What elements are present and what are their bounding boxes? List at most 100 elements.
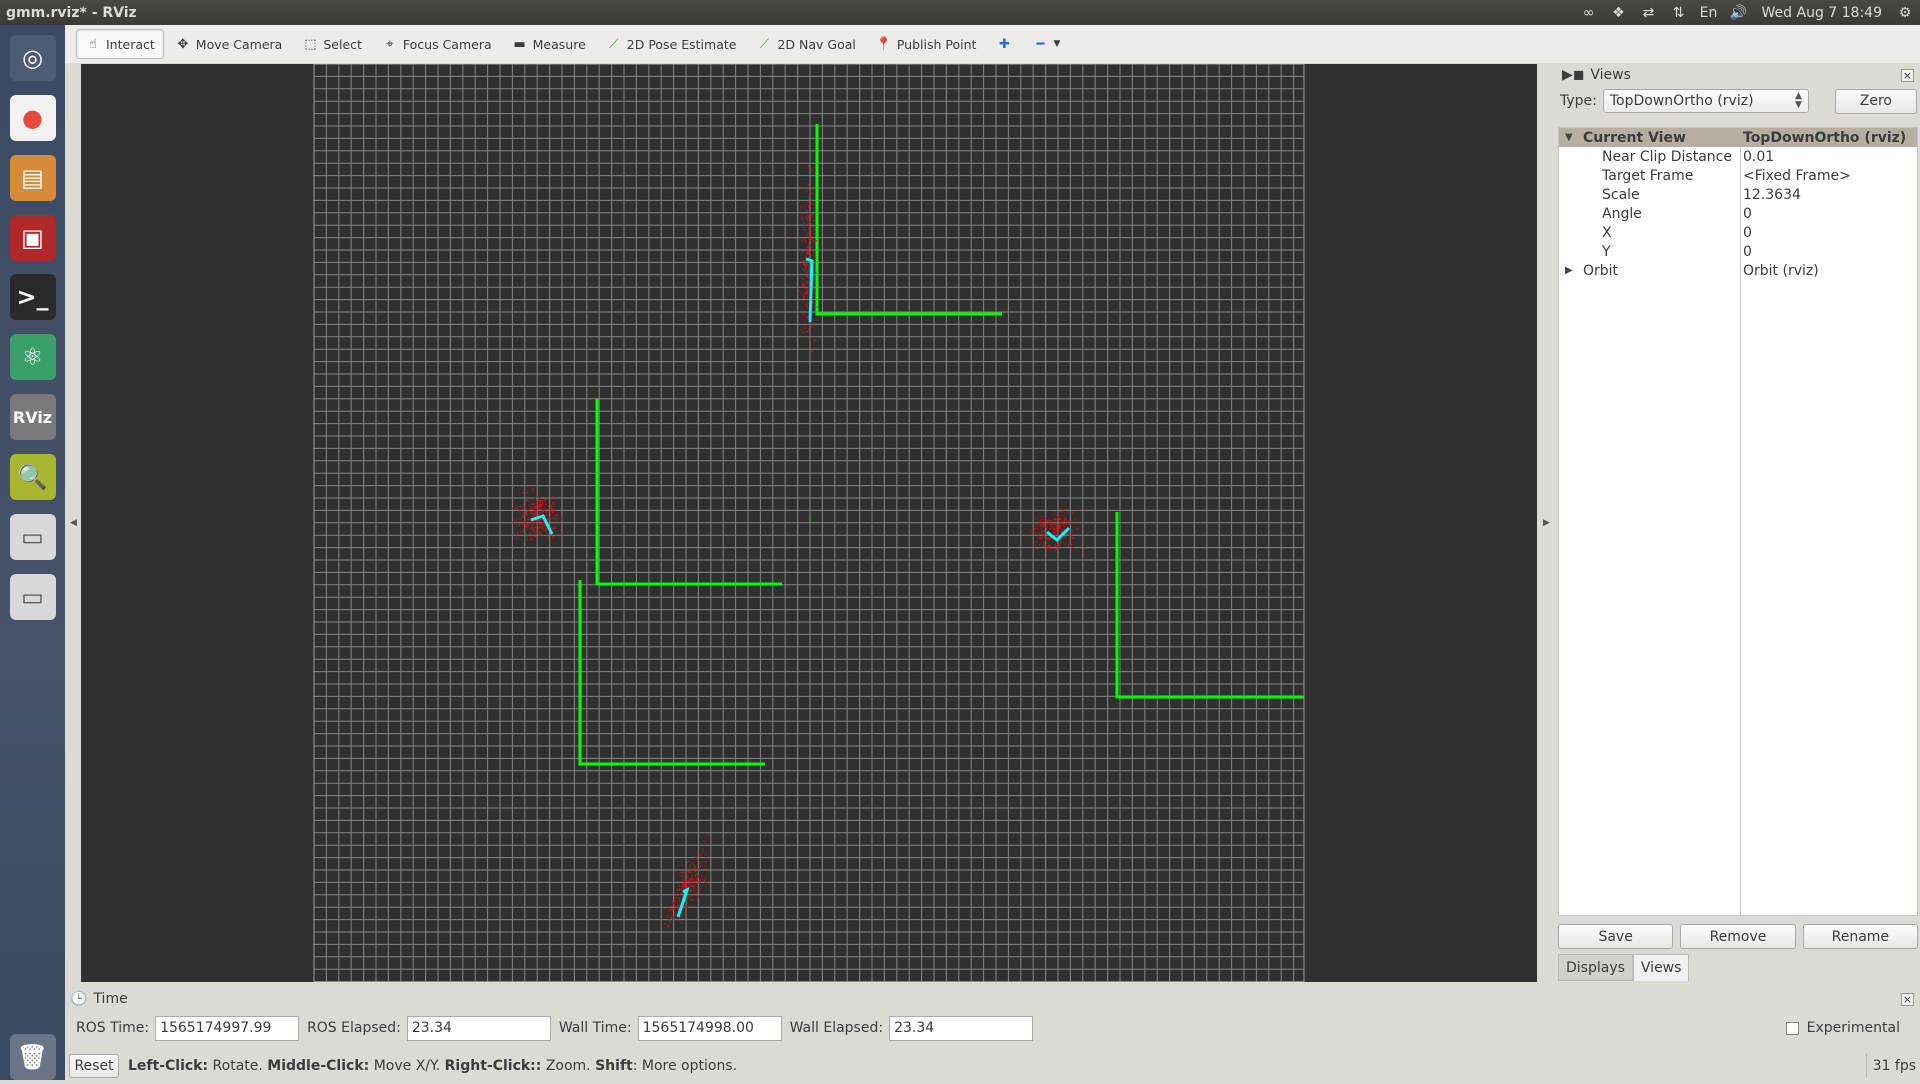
property-value[interactable]: TopDownOrtho (rviz) (1743, 130, 1906, 146)
pose-arrow-icon: ⟋ (609, 36, 619, 52)
wall-time-field[interactable]: 1565174998.00 (637, 1015, 782, 1041)
time-panel-header: 🕒 Time × (65, 988, 1920, 1010)
expand-down-icon[interactable]: ▼ (1565, 132, 1573, 143)
launcher-terminal[interactable]: >_ (5, 270, 60, 324)
time-panel-title: Time (93, 991, 128, 1007)
launcher-image-viewer[interactable]: 🔍 (5, 450, 60, 504)
shift-text: : More options. (632, 1058, 738, 1074)
tool-publish-point[interactable]: 📍 Publish Point (867, 29, 986, 59)
property-row-x[interactable]: X0 (1559, 223, 1917, 242)
property-name: Orbit (1583, 262, 1619, 279)
tool-interact[interactable]: ☝ Interact (76, 29, 164, 59)
save-button[interactable]: Save (1558, 924, 1674, 949)
spin-arrows-icon: ▲ ▼ (1794, 91, 1802, 110)
launcher-chrome[interactable]: ● (5, 91, 60, 145)
expand-right-icon[interactable]: ▶ (1565, 265, 1573, 276)
launcher-atom[interactable]: ⚛ (5, 330, 60, 384)
property-row-near-clip-distance[interactable]: Near Clip Distance 0.01 (1559, 147, 1917, 166)
image-viewer-icon: 🔍 (9, 454, 56, 500)
property-value[interactable]: <Fixed Frame> (1743, 168, 1851, 184)
atom-icon: ⚛ (9, 334, 56, 380)
drive-icon: ▭ (9, 514, 56, 560)
launcher-remote-desktop[interactable]: ▣ (5, 211, 60, 265)
tool-label: Publish Point (896, 36, 977, 52)
teamviewer-icon[interactable]: ⇄ (1634, 0, 1664, 25)
property-row-angle[interactable]: Angle 0 (1559, 204, 1917, 223)
wall-elapsed-field[interactable]: 23.34 (889, 1015, 1034, 1041)
launcher-files[interactable]: ▤ (5, 151, 60, 205)
status-help-text: Left-Click: Rotate. Middle-Click: Move X… (128, 1058, 737, 1074)
property-row-scale[interactable]: Scale 12.3634 (1559, 185, 1917, 204)
wall-time-label: Wall Time: (558, 1020, 632, 1036)
add-tool-button[interactable]: ✚ (987, 29, 1021, 59)
drive-icon-2: ▭ (9, 574, 56, 620)
property-row-orbit[interactable]: ▶ Orbit Orbit (rviz) (1559, 261, 1917, 280)
status-bar: Reset Left-Click: Rotate. Middle-Click: … (65, 1052, 1920, 1080)
keyboard-layout[interactable]: En (1694, 0, 1724, 25)
right-dock-collapse-handle[interactable]: ▶ (1537, 64, 1556, 982)
tool-2d-pose-estimate[interactable]: ⟋ 2D Pose Estimate (597, 29, 746, 59)
map-scene[interactable] (81, 64, 1537, 982)
remove-button[interactable]: Remove (1680, 924, 1796, 949)
arduino-icon[interactable]: ∞ (1574, 0, 1604, 25)
tool-label: Measure (532, 36, 586, 52)
ros-time-field[interactable]: 1565174997.99 (155, 1015, 300, 1041)
rviz-icon: RViz (9, 394, 56, 440)
time-fields-row: ROS Time: 1565174997.99 ROS Elapsed: 23.… (65, 1010, 1920, 1046)
property-row-y[interactable]: Y0 (1559, 242, 1917, 261)
network-icon[interactable]: ⇅ (1664, 0, 1694, 25)
remote-desktop-icon: ▣ (9, 215, 56, 261)
remove-tool-button[interactable]: ━ ▼ (1023, 29, 1069, 59)
launcher-rviz[interactable]: RViz (5, 390, 60, 444)
zero-button[interactable]: Zero (1834, 88, 1917, 114)
fps-counter: 31 fps (1865, 1054, 1920, 1078)
tool-measure[interactable]: ▬ Measure (503, 29, 595, 59)
property-name: X (1602, 224, 1612, 241)
ros-elapsed-field[interactable]: 23.34 (406, 1015, 551, 1041)
property-value[interactable]: 12.3634 (1743, 187, 1801, 203)
property-row-current-view[interactable]: ▼ Current View TopDownOrtho (rviz) (1559, 128, 1917, 147)
time-panel: 🕒 Time × ROS Time: 1565174997.99 ROS Ela… (65, 988, 1920, 1050)
launcher-drive-2[interactable]: ▭ (5, 570, 60, 624)
dropbox-icon[interactable]: ❖ (1604, 0, 1634, 25)
clock[interactable]: Wed Aug 7 18:49 (1754, 5, 1890, 21)
property-value[interactable]: 0 (1743, 225, 1752, 241)
left-dock-collapse-handle[interactable]: ◀ (66, 64, 81, 982)
tool-2d-nav-goal[interactable]: ⟋ 2D Nav Goal (747, 29, 864, 59)
3d-render-viewport[interactable] (81, 64, 1537, 982)
settings-gear-icon[interactable]: ⚙ (1890, 0, 1920, 25)
launcher-ubuntu-dash[interactable]: ◎ (5, 31, 60, 85)
property-row-target-frame[interactable]: Target Frame <Fixed Frame> (1559, 166, 1917, 185)
dock-tabs: Displays Views (1558, 954, 1690, 981)
launcher-trash[interactable]: 🗑 (5, 1030, 60, 1084)
tool-select[interactable]: ⬚ Select (293, 29, 371, 59)
checkbox-box[interactable] (1785, 1021, 1799, 1035)
middle-click-text: Move X/Y. (369, 1058, 445, 1074)
right-click-key: Right-Click:: (444, 1058, 542, 1074)
volume-icon[interactable]: 🔊 (1724, 0, 1754, 25)
close-icon[interactable]: × (1901, 68, 1914, 82)
close-icon[interactable]: × (1901, 992, 1914, 1006)
tool-focus-camera[interactable]: ⌖ Focus Camera (373, 29, 501, 59)
rename-button[interactable]: Rename (1802, 924, 1918, 949)
launcher-drive[interactable]: ▭ (5, 510, 60, 564)
wall-elapsed-label: Wall Elapsed: (789, 1020, 884, 1036)
top-panel: gmm.rviz* - RViz ∞ ❖ ⇄ ⇅ En 🔊 Wed Aug 7 … (0, 0, 1920, 25)
experimental-checkbox[interactable]: Experimental (1785, 1020, 1900, 1036)
shift-key: Shift (595, 1058, 633, 1074)
tool-move-camera[interactable]: ✥ Move Camera (166, 29, 292, 59)
property-value[interactable]: 0 (1743, 244, 1752, 260)
tab-views[interactable]: Views (1632, 954, 1690, 981)
property-value[interactable]: 0 (1743, 206, 1752, 222)
view-type-select[interactable]: TopDownOrtho (rviz) ▲ ▼ (1602, 89, 1809, 113)
views-panel: ▶◼ Views × Type: TopDownOrtho (rviz) ▲ ▼ … (1556, 64, 1920, 982)
tab-displays[interactable]: Displays (1558, 954, 1633, 981)
system-tray: ∞ ❖ ⇄ ⇅ En 🔊 Wed Aug 7 18:49 ⚙ (1574, 0, 1920, 25)
ros-time-label: ROS Time: (76, 1020, 150, 1036)
property-name: Current View (1583, 129, 1686, 146)
reset-button[interactable]: Reset (69, 1054, 119, 1078)
property-value[interactable]: 0.01 (1743, 149, 1774, 165)
property-value[interactable]: Orbit (rviz) (1743, 263, 1819, 279)
view-properties-tree[interactable]: ▼ Current View TopDownOrtho (rviz) Near Cli… (1558, 127, 1918, 916)
select-icon: ⬚ (304, 36, 317, 52)
